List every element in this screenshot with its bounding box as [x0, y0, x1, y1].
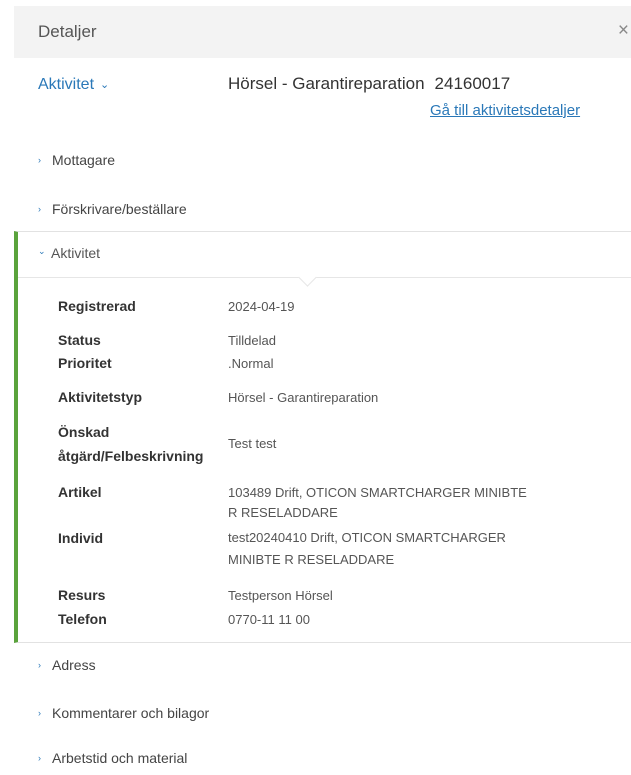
activity-details-link[interactable]: Gå till aktivitetsdetaljer [430, 102, 580, 119]
section-mottagare[interactable]: › Mottagare [38, 152, 115, 168]
details-title: Detaljer [38, 22, 97, 41]
section-label: Mottagare [52, 152, 116, 168]
chevron-right-icon: › [38, 753, 41, 763]
chevron-right-icon: › [38, 204, 41, 214]
resurs-label: Resurs [58, 587, 106, 603]
section-kommentarer[interactable]: › Kommentarer och bilagor [38, 705, 209, 721]
activity-number: 24160017 [434, 74, 511, 93]
activity-title: Hörsel - Garantireparation 24160017 [228, 74, 510, 94]
registrerad-value: 2024-04-19 [228, 299, 295, 314]
chevron-right-icon: › [38, 708, 41, 718]
telefon-value: 0770-11 11 00 [228, 612, 310, 627]
prioritet-label: Prioritet [58, 355, 112, 371]
section-label: Arbetstid och material [52, 750, 188, 766]
aktivitetstyp-value: Hörsel - Garantireparation [228, 390, 379, 405]
section-forskrivare[interactable]: › Förskrivare/beställare [38, 201, 187, 217]
registrerad-label: Registrerad [58, 298, 136, 314]
chevron-right-icon: › [38, 155, 41, 165]
close-icon[interactable]: × [618, 20, 629, 42]
activity-panel: ⌄ Aktivitet Registrerad 2024-04-19 Statu… [14, 231, 631, 643]
section-arbetstid[interactable]: › Arbetstid och material [38, 750, 187, 766]
prioritet-value: .Normal [228, 356, 274, 371]
chevron-right-icon: › [38, 660, 41, 670]
chevron-down-icon: ⌄ [38, 246, 46, 256]
onskad-label-line2: åtgärd/Felbeskrivning [58, 448, 204, 464]
activity-dropdown-label: Aktivitet [38, 76, 95, 93]
individ-value-line2: MINIBTE R RESELADDARE [228, 552, 395, 567]
details-header: Detaljer × [14, 6, 631, 58]
telefon-label: Telefon [58, 611, 107, 627]
resurs-value: Testperson Hörsel [228, 588, 333, 603]
activity-panel-header[interactable]: ⌄ Aktivitet [18, 232, 631, 278]
section-label: Adress [52, 657, 96, 673]
activity-type-title: Hörsel - Garantireparation [228, 74, 425, 93]
aktivitetstyp-label: Aktivitetstyp [58, 389, 143, 405]
artikel-value-line2: R RESELADDARE [228, 505, 338, 520]
artikel-value-line1: 103489 Drift, OTICON SMARTCHARGER MINIBT… [228, 485, 527, 500]
chevron-down-icon: ⌄ [100, 79, 110, 91]
section-adress[interactable]: › Adress [38, 657, 96, 673]
individ-label: Individ [58, 530, 104, 546]
artikel-label: Artikel [58, 484, 102, 500]
status-value: Tilldelad [228, 333, 276, 348]
onskad-value: Test test [228, 436, 277, 451]
onskad-label-line1: Önskad [58, 424, 110, 440]
activity-dropdown[interactable]: Aktivitet ⌄ [38, 76, 109, 94]
section-label: Kommentarer och bilagor [52, 705, 210, 721]
status-label: Status [58, 332, 101, 348]
activity-panel-title: Aktivitet [51, 245, 101, 261]
section-label: Förskrivare/beställare [52, 201, 187, 217]
individ-value-line1: test20240410 Drift, OTICON SMARTCHARGER [228, 530, 506, 545]
